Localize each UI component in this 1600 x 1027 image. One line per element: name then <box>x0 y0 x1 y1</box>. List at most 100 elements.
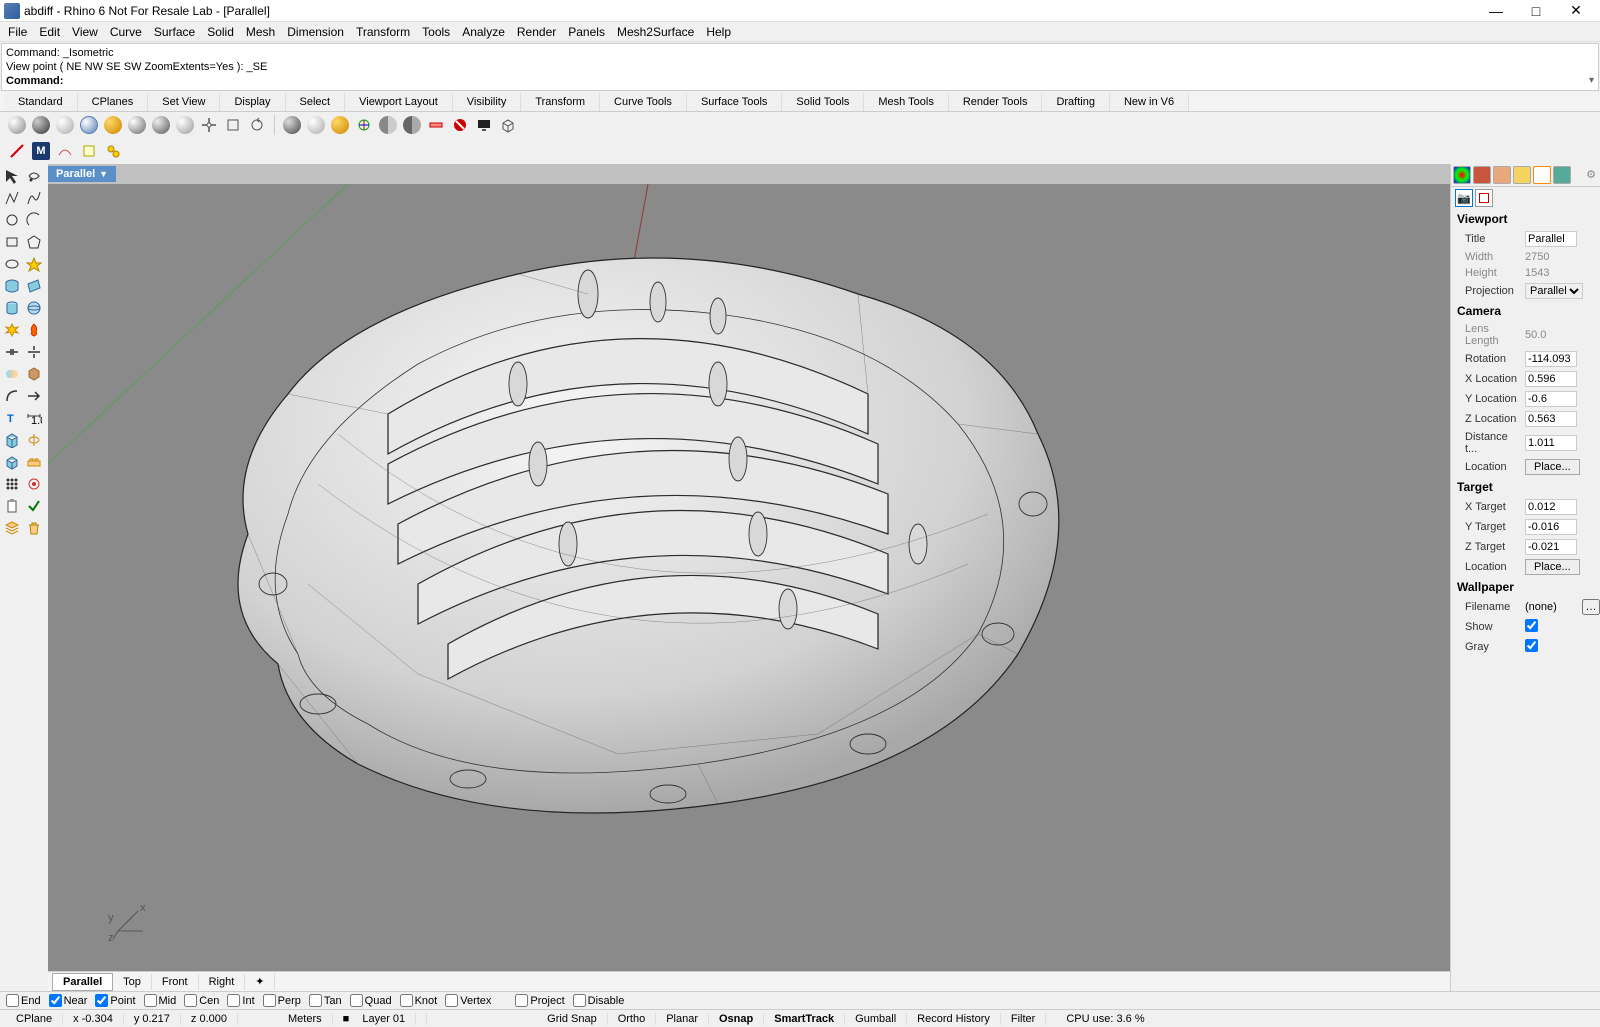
no-display-icon[interactable] <box>449 114 471 136</box>
boolean-icon[interactable] <box>2 364 22 384</box>
flame-icon[interactable] <box>24 320 44 340</box>
arc-icon[interactable] <box>24 210 44 230</box>
osnap-check-tan[interactable] <box>309 994 322 1007</box>
rotate-icon[interactable] <box>246 114 268 136</box>
panel-tab-properties[interactable] <box>1453 166 1471 184</box>
axis-red-icon[interactable] <box>6 140 28 162</box>
osnap-int[interactable]: Int <box>227 994 254 1007</box>
menu-file[interactable]: File <box>2 23 33 41</box>
extrude-icon[interactable] <box>2 430 22 450</box>
osnap-perp[interactable]: Perp <box>263 994 301 1007</box>
rect-icon[interactable] <box>2 232 22 252</box>
osnap-point[interactable]: Point <box>95 994 135 1007</box>
gears-icon[interactable] <box>102 140 124 162</box>
clip-plane-icon[interactable] <box>425 114 447 136</box>
osnap-check-int[interactable] <box>227 994 240 1007</box>
tab-set-view[interactable]: Set View <box>148 93 220 111</box>
tab-viewport-layout[interactable]: Viewport Layout <box>345 93 453 111</box>
btn-browse-file[interactable]: … <box>1582 599 1600 615</box>
tab-new-in-v6[interactable]: New in V6 <box>1110 93 1189 111</box>
sphere-tool-icon[interactable] <box>24 298 44 318</box>
monitor-icon[interactable] <box>473 114 495 136</box>
osnap-check-point[interactable] <box>95 994 108 1007</box>
tab-visibility[interactable]: Visibility <box>453 93 522 111</box>
tab-mesh-tools[interactable]: Mesh Tools <box>864 93 948 111</box>
status-grid-snap[interactable]: Grid Snap <box>537 1013 608 1025</box>
osnap-project[interactable]: Project <box>515 994 564 1007</box>
tab-curve-tools[interactable]: Curve Tools <box>600 93 687 111</box>
osnap-check-perp[interactable] <box>263 994 276 1007</box>
status-layer[interactable]: ■ Layer 01 <box>333 1013 428 1025</box>
sphere-split2-icon[interactable] <box>401 114 423 136</box>
tab-surface-tools[interactable]: Surface Tools <box>687 93 782 111</box>
vptab-parallel[interactable]: Parallel <box>52 973 113 991</box>
cylinder-icon[interactable] <box>2 298 22 318</box>
menu-transform[interactable]: Transform <box>350 23 416 41</box>
osnap-check-vertex[interactable] <box>445 994 458 1007</box>
sphere-light-icon[interactable] <box>305 114 327 136</box>
input-title[interactable] <box>1525 231 1577 247</box>
viewport-dropdown-icon[interactable]: ▼ <box>99 169 108 179</box>
menu-view[interactable]: View <box>66 23 104 41</box>
join-icon[interactable] <box>2 342 22 362</box>
polygon-icon[interactable] <box>24 232 44 252</box>
sphere-split1-icon[interactable] <box>377 114 399 136</box>
osnap-knot[interactable]: Knot <box>400 994 438 1007</box>
plane-icon[interactable] <box>24 276 44 296</box>
curve-red-icon[interactable] <box>54 140 76 162</box>
status-planar[interactable]: Planar <box>656 1013 709 1025</box>
panel-tab-notes[interactable] <box>1553 166 1571 184</box>
dimension-icon[interactable]: 1.0 <box>24 408 44 428</box>
menu-tools[interactable]: Tools <box>416 23 456 41</box>
menu-analyze[interactable]: Analyze <box>456 23 511 41</box>
target-icon[interactable] <box>24 474 44 494</box>
vptab-front[interactable]: Front <box>152 974 199 990</box>
panel-gear-icon[interactable]: ⚙ <box>1586 168 1596 181</box>
vptab-right[interactable]: Right <box>199 974 246 990</box>
status-filter[interactable]: Filter <box>1001 1013 1046 1025</box>
osnap-check-mid[interactable] <box>144 994 157 1007</box>
menu-mesh2surface[interactable]: Mesh2Surface <box>611 23 700 41</box>
check-gray[interactable] <box>1525 639 1538 652</box>
command-input[interactable] <box>63 75 663 87</box>
tab-solid-tools[interactable]: Solid Tools <box>782 93 864 111</box>
menu-edit[interactable]: Edit <box>33 23 66 41</box>
bend-icon[interactable] <box>2 386 22 406</box>
osnap-vertex[interactable]: Vertex <box>445 994 491 1007</box>
tab-drafting[interactable]: Drafting <box>1042 93 1110 111</box>
trash-icon[interactable] <box>24 518 44 538</box>
menu-curve[interactable]: Curve <box>104 23 148 41</box>
input-yloc[interactable] <box>1525 391 1577 407</box>
osnap-end[interactable]: End <box>6 994 41 1007</box>
arrow2-icon[interactable] <box>24 386 44 406</box>
check-show[interactable] <box>1525 619 1538 632</box>
tab-standard[interactable]: Standard <box>4 93 78 111</box>
btn-place-camera[interactable]: Place... <box>1525 459 1580 475</box>
shade-wire-icon[interactable] <box>6 114 28 136</box>
brick-icon[interactable] <box>24 452 44 472</box>
viewport-label[interactable]: Parallel ▼ <box>48 166 116 182</box>
shade-xray-icon[interactable] <box>78 114 100 136</box>
status-record-history[interactable]: Record History <box>907 1013 1001 1025</box>
osnap-check-disable[interactable] <box>573 994 586 1007</box>
curve-icon[interactable] <box>24 188 44 208</box>
explode-icon[interactable] <box>2 320 22 340</box>
pan-icon[interactable] <box>198 114 220 136</box>
menu-render[interactable]: Render <box>511 23 562 41</box>
panel-tab-layers[interactable] <box>1473 166 1491 184</box>
close-button[interactable]: ✕ <box>1556 0 1596 22</box>
box-icon[interactable] <box>497 114 519 136</box>
check-icon[interactable] <box>24 496 44 516</box>
status-units[interactable]: Meters <box>278 1013 333 1025</box>
tab-render-tools[interactable]: Render Tools <box>949 93 1043 111</box>
surface-icon[interactable] <box>2 276 22 296</box>
command-expand-icon[interactable]: ▾ <box>1589 74 1594 88</box>
menu-help[interactable]: Help <box>700 23 737 41</box>
osnap-near[interactable]: Near <box>49 994 88 1007</box>
status-gumball[interactable]: Gumball <box>845 1013 907 1025</box>
viewport-canvas[interactable]: xyz <box>48 184 1450 971</box>
layers-icon[interactable] <box>2 518 22 538</box>
input-rotation[interactable] <box>1525 351 1577 367</box>
shade-rendered-icon[interactable] <box>102 114 124 136</box>
zoom-icon[interactable] <box>222 114 244 136</box>
